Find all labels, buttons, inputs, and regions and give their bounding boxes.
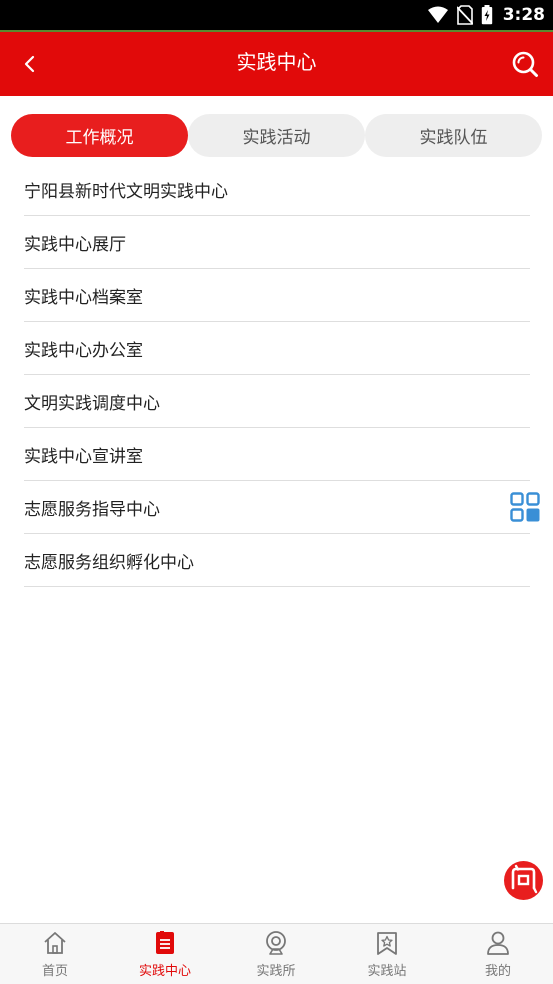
- list-item-label: 志愿服务指导中心: [24, 499, 160, 520]
- list-item[interactable]: 文明实践调度中心: [24, 375, 530, 428]
- status-bar: 3:28: [0, 0, 553, 30]
- tab-practice-activities[interactable]: 实践活动: [188, 114, 365, 157]
- no-sim-icon: [456, 5, 473, 25]
- list-item[interactable]: 志愿服务组织孵化中心: [24, 534, 530, 587]
- status-time: 3:28: [502, 5, 545, 25]
- app-header: 实践中心: [0, 32, 553, 96]
- grid-icon: [510, 492, 540, 522]
- nav-item-practice-office[interactable]: 实践所: [221, 924, 331, 984]
- battery-charging-icon: [481, 5, 492, 25]
- nav-label: 首页: [41, 964, 68, 979]
- ask-icon: [504, 861, 543, 900]
- tab-label: 实践活动: [242, 128, 311, 148]
- chevron-left-icon: [24, 55, 35, 73]
- list-item[interactable]: 实践中心展厅: [24, 216, 530, 269]
- nav-item-practice-center[interactable]: 实践中心: [110, 924, 220, 984]
- list-item-label: 实践中心档案室: [24, 287, 143, 308]
- search-button[interactable]: [505, 44, 545, 84]
- wifi-icon: [427, 6, 448, 23]
- tab-work-overview[interactable]: 工作概况: [11, 114, 188, 157]
- document-icon: [156, 931, 174, 954]
- ask-button[interactable]: [503, 860, 544, 901]
- user-icon: [487, 931, 509, 955]
- list-item-label: 实践中心办公室: [24, 340, 143, 361]
- nav-item-practice-station[interactable]: 实践站: [332, 924, 442, 984]
- tab-practice-team[interactable]: 实践队伍: [365, 114, 542, 157]
- list-item[interactable]: 宁阳县新时代文明实践中心: [24, 163, 530, 216]
- nav-label: 我的: [484, 964, 511, 979]
- list-item-label: 实践中心展厅: [24, 234, 126, 255]
- status-icons: 3:28: [427, 0, 545, 30]
- list-item[interactable]: 实践中心档案室: [24, 269, 530, 322]
- nav-item-mine[interactable]: 我的: [443, 924, 553, 984]
- venue-list: 宁阳县新时代文明实践中心 实践中心展厅 实践中心档案室 实践中心办公室 文明实践…: [24, 163, 530, 587]
- list-item-label: 志愿服务组织孵化中心: [24, 552, 194, 573]
- tab-bar: 工作概况 实践活动 实践队伍: [11, 114, 542, 157]
- search-icon: [512, 51, 538, 77]
- list-item-label: 实践中心宣讲室: [24, 446, 143, 467]
- nav-label: 实践中心: [138, 964, 191, 979]
- nav-item-home[interactable]: 首页: [0, 924, 110, 984]
- nav-label: 实践站: [367, 964, 407, 979]
- list-item-label: 文明实践调度中心: [24, 393, 160, 414]
- tab-label: 实践队伍: [419, 128, 488, 148]
- tab-label: 工作概况: [65, 128, 134, 148]
- back-button[interactable]: [10, 44, 50, 84]
- star-bookmark-icon: [377, 932, 397, 955]
- webcam-icon: [266, 931, 286, 955]
- list-item-label: 宁阳县新时代文明实践中心: [24, 181, 228, 202]
- home-icon: [44, 932, 66, 954]
- list-item[interactable]: 实践中心办公室: [24, 322, 530, 375]
- nav-label: 实践所: [256, 964, 296, 979]
- list-item[interactable]: 实践中心宣讲室: [24, 428, 530, 481]
- page-title: 实践中心: [236, 50, 317, 74]
- grid-menu-button[interactable]: [509, 491, 541, 523]
- list-item[interactable]: 志愿服务指导中心: [24, 481, 530, 534]
- bottom-nav: 首页 实践中心 实践所 实践站 我的: [0, 923, 553, 984]
